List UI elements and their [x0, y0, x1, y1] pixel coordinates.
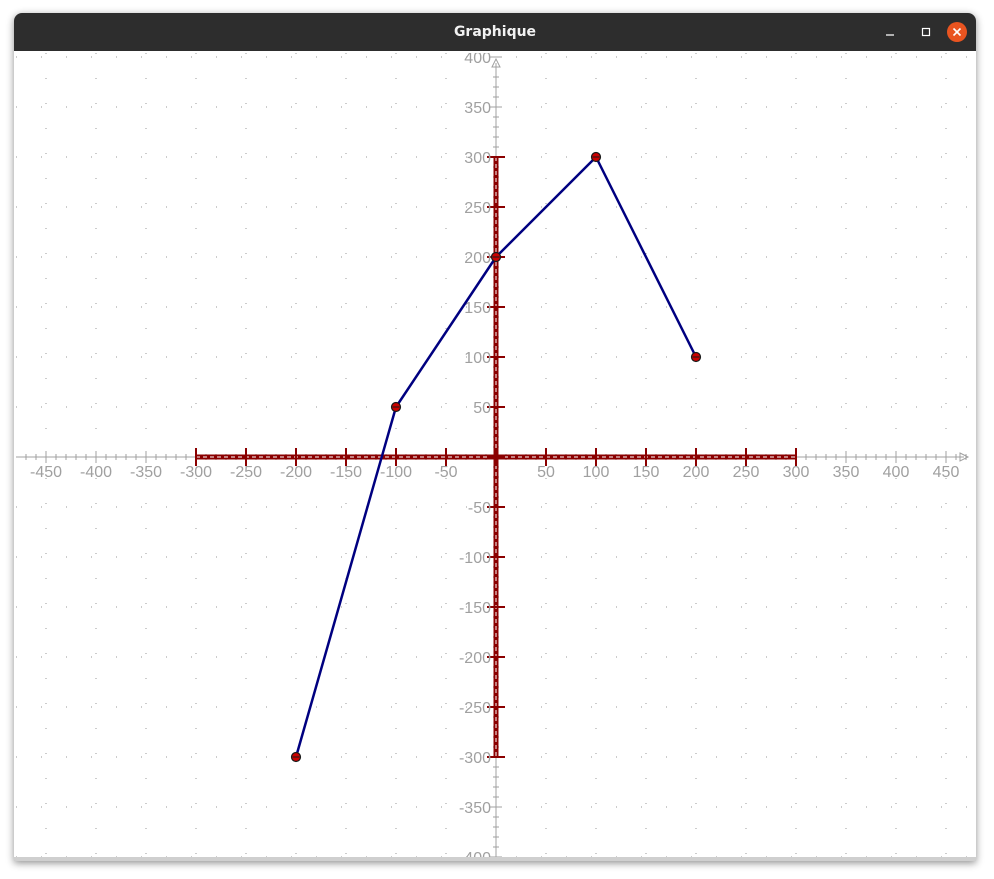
x-tick-label: 400 — [883, 464, 910, 481]
window-bottom-border — [14, 857, 976, 861]
x-tick-label: 150 — [633, 464, 660, 481]
y-tick-label: -100 — [459, 550, 491, 567]
y-tick-label: 200 — [464, 250, 491, 267]
y-tick-label: 250 — [464, 200, 491, 217]
y-tick-label: -250 — [459, 700, 491, 717]
x-tick-label: -200 — [280, 464, 312, 481]
y-tick-label: 350 — [464, 100, 491, 117]
y-tick-label: 400 — [464, 53, 491, 67]
x-tick-label: 350 — [833, 464, 860, 481]
close-button[interactable] — [947, 22, 967, 42]
y-tick-label: -200 — [459, 650, 491, 667]
y-tick-label: 150 — [464, 300, 491, 317]
y-tick-label: 300 — [464, 150, 491, 167]
x-tick-label: -450 — [30, 464, 62, 481]
maximize-icon — [921, 27, 931, 37]
y-tick-label: -150 — [459, 600, 491, 617]
x-tick-label: 300 — [783, 464, 810, 481]
cartesian-plot: -450 -400 -350 -300 -250 -200 -150 -100 -50 50 100… — [16, 50, 972, 861]
y-tick-label: 50 — [473, 400, 491, 417]
x-tick-label: -400 — [80, 464, 112, 481]
minimize-button[interactable] — [880, 22, 900, 42]
y-tick-label: -400 — [459, 850, 491, 857]
minimize-icon — [886, 34, 894, 36]
window-title: Graphique — [453, 24, 537, 40]
y-tick-label: -50 — [468, 500, 491, 517]
y-tick-label: -300 — [459, 750, 491, 767]
x-tick-label: -150 — [330, 464, 362, 481]
x-tick-label: -100 — [380, 464, 412, 481]
y-tick-label: 100 — [464, 350, 491, 367]
title-bar[interactable]: Graphique — [14, 13, 976, 51]
x-tick-label: -250 — [230, 464, 262, 481]
x-tick-label: 200 — [683, 464, 710, 481]
x-tick-label: -300 — [180, 464, 212, 481]
graphique-window: Graphique -450 -400 -350 -300 -250 -200 -150 -1… — [14, 13, 976, 861]
graph-canvas[interactable]: -450 -400 -350 -300 -250 -200 -150 -100 -50 50 100… — [16, 50, 972, 861]
close-icon — [952, 27, 962, 37]
maximize-button[interactable] — [916, 22, 936, 42]
x-tick-label: -50 — [434, 464, 457, 481]
x-tick-label: -350 — [130, 464, 162, 481]
x-tick-label: 100 — [583, 464, 610, 481]
x-tick-label: 450 — [933, 464, 960, 481]
y-tick-label: -350 — [459, 800, 491, 817]
x-tick-label: 250 — [733, 464, 760, 481]
x-tick-label: 50 — [537, 464, 555, 481]
